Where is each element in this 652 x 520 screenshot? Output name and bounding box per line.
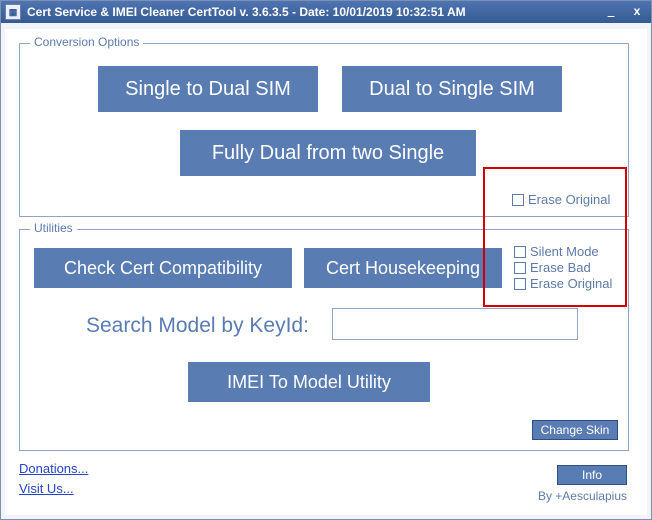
checkbox-box-icon <box>514 278 526 290</box>
search-model-input[interactable] <box>332 308 578 340</box>
checkbox-box-icon <box>514 246 526 258</box>
utilities-legend: Utilities <box>30 221 77 235</box>
erase-original-checkbox-bot[interactable]: Erase Original <box>514 276 612 291</box>
erase-bad-checkbox[interactable]: Erase Bad <box>514 260 591 275</box>
info-button[interactable]: Info <box>557 465 627 485</box>
window-controls: _ x <box>601 5 647 19</box>
erase-bad-label: Erase Bad <box>530 260 591 275</box>
conversion-options-group: Conversion Options Single to Dual SIM Du… <box>19 43 629 217</box>
donations-link[interactable]: Donations... <box>19 461 88 476</box>
minimize-button[interactable]: _ <box>601 5 621 19</box>
search-model-label: Search Model by KeyId: <box>86 314 309 338</box>
single-to-dual-sim-button[interactable]: Single to Dual SIM <box>98 66 318 112</box>
close-button[interactable]: x <box>627 5 647 19</box>
title-bar: ▦ Cert Service & IMEI Cleaner CertTool v… <box>1 1 651 23</box>
silent-mode-label: Silent Mode <box>530 244 599 259</box>
fully-dual-from-two-single-button[interactable]: Fully Dual from two Single <box>180 130 476 176</box>
check-cert-compatibility-button[interactable]: Check Cert Compatibility <box>34 248 292 288</box>
dual-to-single-sim-button[interactable]: Dual to Single SIM <box>342 66 562 112</box>
change-skin-button[interactable]: Change Skin <box>532 420 618 440</box>
app-window: ▦ Cert Service & IMEI Cleaner CertTool v… <box>0 0 652 520</box>
cert-housekeeping-button[interactable]: Cert Housekeeping <box>304 248 502 288</box>
imei-to-model-utility-button[interactable]: IMEI To Model Utility <box>188 362 430 402</box>
conversion-legend: Conversion Options <box>30 35 143 49</box>
erase-original-top-label: Erase Original <box>528 192 610 207</box>
window-title: Cert Service & IMEI Cleaner CertTool v. … <box>27 5 601 19</box>
checkbox-box-icon <box>512 194 524 206</box>
utilities-group: Utilities Check Cert Compatibility Cert … <box>19 229 629 451</box>
visit-us-link[interactable]: Visit Us... <box>19 481 74 496</box>
erase-original-checkbox-top[interactable]: Erase Original <box>512 192 610 207</box>
silent-mode-checkbox[interactable]: Silent Mode <box>514 244 599 259</box>
credit-label: By +Aesculapius <box>538 489 627 503</box>
erase-original-bot-label: Erase Original <box>530 276 612 291</box>
client-area: Conversion Options Single to Dual SIM Du… <box>1 23 651 519</box>
app-icon: ▦ <box>5 4 21 20</box>
checkbox-box-icon <box>514 262 526 274</box>
